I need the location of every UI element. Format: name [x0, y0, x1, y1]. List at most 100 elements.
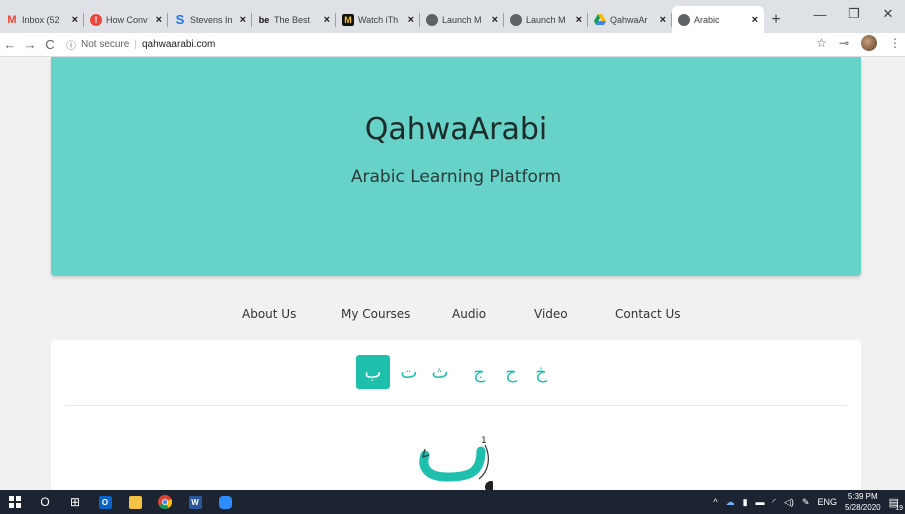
close-tab-icon[interactable]: × [324, 14, 330, 26]
close-tab-icon[interactable]: × [752, 14, 758, 26]
windows-taskbar: O ⊞ O W ^ ☁ ▮ ▬ ◜ ◁) ✎ ENG 5:39 PM 5/28/… [0, 490, 905, 514]
windows-start-icon[interactable] [0, 490, 30, 514]
letter-button-ba[interactable]: ب [356, 355, 390, 389]
letter-button-tha[interactable]: ث [423, 355, 457, 389]
globe-icon [678, 13, 690, 26]
browser-tab[interactable]: Launch M × [420, 6, 504, 33]
language-indicator[interactable]: ENG [817, 497, 837, 507]
letter-button-jeem[interactable]: ج [462, 355, 496, 389]
restore-icon[interactable]: ❐ [837, 0, 871, 28]
menu-icon[interactable]: ⋮ [889, 36, 901, 50]
wifi-icon[interactable]: ◜ [773, 497, 777, 508]
zoom-icon[interactable] [210, 490, 240, 514]
close-tab-icon[interactable]: × [240, 14, 246, 26]
nav-my-courses[interactable]: My Courses [341, 307, 410, 321]
browser-tab-strip: M Inbox (52 × ! How Conv × S Stevens In … [0, 0, 905, 33]
key-icon[interactable]: ⊸ [839, 36, 849, 50]
word-icon[interactable]: W [180, 490, 210, 514]
notifications-icon[interactable]: ▤ 19 [889, 496, 903, 512]
letter-button-khaa[interactable]: خ [524, 355, 558, 389]
tab-title: QahwaAr [610, 14, 648, 25]
clock-time: 5:39 PM [847, 492, 878, 501]
stroke-order-number: 1 [481, 436, 487, 446]
info-icon[interactable]: ⓘ [66, 37, 76, 52]
toolbar-actions: ☆ ⊸ ⋮ [816, 35, 901, 51]
divider [65, 405, 847, 406]
bookmark-star-icon[interactable]: ☆ [816, 36, 827, 50]
letter-stroke-diagram: 1 [419, 436, 493, 490]
browser-tab[interactable]: QahwaAr × [588, 6, 672, 33]
drive-icon [594, 14, 606, 26]
network-icon[interactable]: ▬ [756, 497, 765, 507]
tab-title: Arabic [694, 14, 720, 25]
hero-banner: QahwaArabi Arabic Learning Platform [51, 57, 861, 276]
page-viewport: QahwaArabi Arabic Learning Platform Abou… [0, 57, 905, 490]
nav-about-us[interactable]: About Us [242, 307, 296, 321]
nav-contact-us[interactable]: Contact Us [615, 307, 681, 321]
security-label: Not secure [81, 39, 130, 50]
main-nav: About Us My Courses Audio Video Contact … [0, 307, 905, 327]
browser-tab-active[interactable]: Arabic × [672, 6, 764, 33]
url-text: qahwaarabi.com [141, 39, 216, 50]
behance-icon: be [258, 14, 270, 25]
separator: | [134, 39, 137, 50]
battery-icon[interactable]: ▮ [743, 497, 748, 508]
nav-video[interactable]: Video [534, 307, 568, 321]
site-title: QahwaArabi [364, 112, 548, 147]
notification-count: 19 [895, 504, 903, 512]
search-icon[interactable]: O [30, 490, 60, 514]
tab-title: Watch iTh [358, 14, 399, 25]
close-tab-icon[interactable]: × [72, 14, 78, 26]
close-tab-icon[interactable]: × [492, 14, 498, 26]
system-tray: ^ ☁ ▮ ▬ ◜ ◁) ✎ ENG 5:39 PM 5/28/2020 ▤ 19 [713, 490, 905, 514]
close-tab-icon[interactable]: × [408, 14, 414, 26]
browser-toolbar: ← → C ⓘ Not secure | qahwaarabi.com ☆ ⊸ … [0, 33, 905, 57]
close-window-icon[interactable]: ✕ [871, 0, 905, 28]
tab-title: Stevens In [190, 14, 233, 25]
window-controls: — ❐ ✕ [803, 0, 905, 28]
forward-icon[interactable]: → [20, 37, 40, 52]
tab-title: The Best [274, 14, 311, 25]
address-bar[interactable]: ⓘ Not secure | qahwaarabi.com [66, 35, 215, 55]
tab-title: How Conv [106, 14, 148, 25]
tab-title: Inbox (52 [22, 14, 60, 25]
globe-icon [510, 13, 522, 26]
pen-icon[interactable]: ✎ [802, 497, 810, 508]
outlook-icon[interactable]: O [90, 490, 120, 514]
letter-button-ta[interactable]: ت [392, 355, 426, 389]
onedrive-icon[interactable]: ☁ [726, 497, 735, 508]
close-tab-icon[interactable]: × [156, 14, 162, 26]
site-subtitle: Arabic Learning Platform [350, 167, 562, 187]
chevron-up-icon[interactable]: ^ [713, 497, 717, 507]
nav-audio[interactable]: Audio [452, 307, 486, 321]
profile-avatar[interactable] [861, 35, 877, 51]
tab-title: Launch M [442, 14, 482, 25]
browser-tab[interactable]: ! How Conv × [84, 6, 168, 33]
file-explorer-icon[interactable] [120, 490, 150, 514]
new-tab-button[interactable]: + [764, 6, 788, 33]
stevens-icon: S [175, 12, 185, 27]
tab-title: Launch M [526, 14, 566, 25]
reload-icon[interactable]: C [40, 37, 60, 52]
clock-date: 5/28/2020 [845, 503, 881, 512]
back-icon[interactable]: ← [0, 37, 20, 52]
browser-tab[interactable]: M Inbox (52 × [0, 6, 84, 33]
volume-icon[interactable]: ◁) [784, 497, 794, 508]
tv-icon: M [342, 13, 354, 26]
alert-icon: ! [90, 13, 102, 26]
chrome-icon[interactable] [150, 490, 180, 514]
browser-tab[interactable]: S Stevens In × [168, 6, 252, 33]
letter-button-haa[interactable]: ح [494, 355, 528, 389]
close-tab-icon[interactable]: × [660, 14, 666, 26]
letter-selector: ب ت ث ج ح خ [51, 355, 861, 389]
globe-icon [426, 13, 438, 26]
letter-card: ب ت ث ج ح خ 1 [51, 340, 861, 490]
clock[interactable]: 5:39 PM 5/28/2020 [845, 491, 881, 513]
minimize-icon[interactable]: — [803, 0, 837, 28]
gmail-icon: M [7, 13, 17, 26]
task-view-icon[interactable]: ⊞ [60, 490, 90, 514]
browser-tab[interactable]: be The Best × [252, 6, 336, 33]
close-tab-icon[interactable]: × [576, 14, 582, 26]
browser-tab[interactable]: M Watch iTh × [336, 6, 420, 33]
browser-tab[interactable]: Launch M × [504, 6, 588, 33]
